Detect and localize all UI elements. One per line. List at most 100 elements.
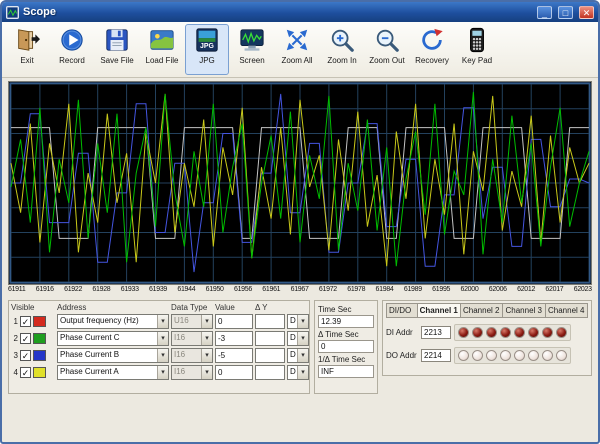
x-tick-label: 61995 [432,286,450,297]
chevron-down-icon[interactable]: ▾ [157,349,168,362]
zoom-in-icon [329,27,355,53]
scope-chart-area[interactable] [8,81,592,285]
row-index: 4 [11,368,18,377]
di-led-indicator [556,327,567,338]
chevron-down-icon: ▾ [201,315,212,328]
row-index: 3 [11,351,18,360]
do-led-indicator [556,350,567,361]
header-delta-y: Δ Y [255,303,285,312]
load-file-icon [149,27,175,53]
di-led-indicator [514,327,525,338]
delta-y-box [255,314,285,329]
maximize-button[interactable]: □ [558,6,573,19]
value-box: 0 [215,314,253,329]
toolbar-button-label: Zoom All [281,56,312,65]
data-type-dropdown[interactable]: I16▾ [171,331,213,346]
record-button[interactable]: Record [50,24,94,75]
time-panel: Time Sec 12.39 Δ Time Sec 0 1/Δ Time Sec… [314,300,378,394]
toolbar: ExitRecord Save File Load File JPG JPG Screen… [2,22,598,78]
delta-mode-dropdown[interactable]: D▾ [287,331,309,346]
delta-y-box [255,348,285,363]
toolbar-button-label: Save File [100,56,133,65]
visible-checkbox[interactable]: ✓ [20,316,31,327]
x-tick-label: 61928 [92,286,110,297]
zoom-out-button[interactable]: Zoom Out [365,24,409,75]
zoom-in-button[interactable]: Zoom In [320,24,364,75]
x-axis-labels: 6191161916619226192861933619396194461950… [8,286,592,297]
exit-door-icon [14,27,40,53]
exit-button[interactable]: Exit [5,24,49,75]
tab-channel-3[interactable]: Channel 3 [503,303,546,318]
x-tick-label: 62017 [545,286,563,297]
delta-mode-dropdown[interactable]: D▾ [287,314,309,329]
delta-mode-dropdown[interactable]: D▾ [287,348,309,363]
app-icon [6,6,19,19]
delta-time-value: 0 [318,340,374,353]
jpg-export-icon: JPG [194,27,220,53]
delta-time-label: Δ Time Sec [318,330,374,339]
address-dropdown[interactable]: Output frequency (Hz)▾ [57,314,169,329]
save-floppy-icon [104,27,130,53]
di-row: DI Addr 2213 [386,324,588,341]
x-tick-label: 61950 [206,286,224,297]
data-type-dropdown[interactable]: I16▾ [171,348,213,363]
row-visible-cell: 2✓ [11,333,55,344]
x-tick-label: 61939 [149,286,167,297]
di-led-indicator [486,327,497,338]
address-dropdown[interactable]: Phase Current B▾ [57,348,169,363]
visible-checkbox[interactable]: ✓ [20,350,31,361]
toolbar-button-label: Recovery [415,56,449,65]
load-file-button[interactable]: Load File [140,24,184,75]
address-dropdown[interactable]: Phase Current A▾ [57,365,169,380]
tab-channel-2[interactable]: Channel 2 [461,303,504,318]
data-type-dropdown[interactable]: U16▾ [171,314,213,329]
chevron-down-icon: ▾ [201,349,212,362]
toolbar-button-label: JPG [199,56,215,65]
key-pad-button[interactable]: Key Pad [455,24,499,75]
channel-row: 4✓Phase Current A▾I16▾0D▾ [11,365,307,380]
do-addr-label: DO Addr [386,351,418,360]
value-box: -5 [215,348,253,363]
recovery-button[interactable]: Recovery [410,24,454,75]
x-tick-label: 61972 [319,286,337,297]
do-led-indicator [528,350,539,361]
x-tick-label: 62006 [489,286,507,297]
do-led-indicator [500,350,511,361]
address-dropdown[interactable]: Phase Current C▾ [57,331,169,346]
delta-mode-dropdown[interactable]: D▾ [287,365,309,380]
chevron-down-icon[interactable]: ▾ [297,366,308,379]
zoom-all-button[interactable]: Zoom All [275,24,319,75]
chevron-down-icon[interactable]: ▾ [297,315,308,328]
visible-checkbox[interactable]: ✓ [20,367,31,378]
do-led-indicator [472,350,483,361]
do-led-indicator [542,350,553,361]
channel-color-swatch [33,367,46,378]
close-button[interactable]: ✕ [579,6,594,19]
window-title: Scope [23,6,531,18]
chevron-down-icon[interactable]: ▾ [157,315,168,328]
channel-color-swatch [33,333,46,344]
channel-row: 2✓Phase Current C▾I16▾-3D▾ [11,331,307,346]
chevron-down-icon[interactable]: ▾ [297,349,308,362]
inv-delta-time-label: 1/Δ Time Sec [318,355,374,364]
chevron-down-icon[interactable]: ▾ [157,366,168,379]
di-addr-input[interactable]: 2213 [421,326,451,339]
do-led-indicator [458,350,469,361]
tab-channel-1[interactable]: Channel 1 [418,303,461,318]
titlebar[interactable]: Scope _ □ ✕ [2,2,598,22]
minimize-button[interactable]: _ [537,6,552,19]
tab-channel-4[interactable]: Channel 4 [546,303,589,318]
header-data-type: Data Type [171,303,213,312]
chevron-down-icon[interactable]: ▾ [297,332,308,345]
x-tick-label: 61933 [121,286,139,297]
jpg-button[interactable]: JPG JPG [185,24,229,75]
chevron-down-icon[interactable]: ▾ [157,332,168,345]
x-tick-label: 61911 [8,286,25,297]
do-addr-input[interactable]: 2214 [421,349,451,362]
data-type-dropdown[interactable]: I16▾ [171,365,213,380]
screen-button[interactable]: Screen [230,24,274,75]
visible-checkbox[interactable]: ✓ [20,333,31,344]
inv-delta-time-value: INF [318,365,374,378]
toolbar-button-label: Zoom In [327,56,356,65]
save-file-button[interactable]: Save File [95,24,139,75]
